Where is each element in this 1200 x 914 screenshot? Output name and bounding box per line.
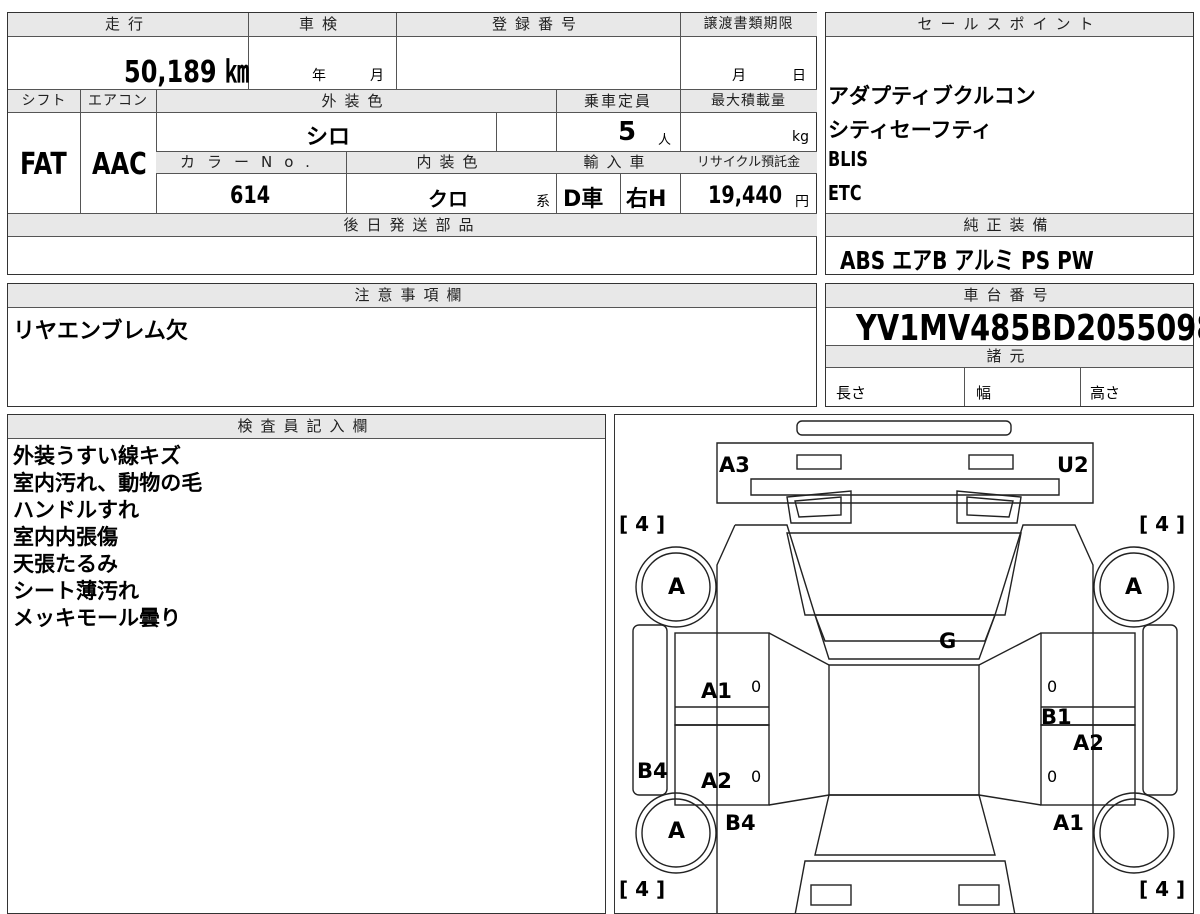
transfer-deadline-header: 譲渡書類期限: [680, 13, 817, 37]
damage-code-g: G: [939, 629, 957, 653]
capacity-header: 乗車定員: [556, 90, 680, 113]
tread-front-right: [ 4 ]: [1139, 512, 1186, 536]
transfer-day-label: 日: [792, 68, 806, 84]
color-no-header: カラーNo.: [156, 152, 346, 174]
inspector-header: 検査員記入欄: [8, 415, 605, 439]
aircon-header: エアコン: [80, 90, 156, 113]
damage-diagram-panel: [ 4 ] [ 4 ] [ 4 ] [ 4 ] A A A A3 U2 G A1…: [614, 414, 1194, 914]
mileage-value: 50,189 ㎞: [124, 55, 249, 90]
steering-value: 右H: [626, 187, 667, 212]
notes-text: リヤエンブレム欠: [13, 319, 188, 344]
tread-front-left: [ 4 ]: [619, 512, 666, 536]
inspector-line: ハンドルすれ: [13, 498, 139, 522]
spec-length-label: 長さ: [836, 384, 867, 402]
damage-code-b4-skirt: B4: [637, 759, 668, 783]
transfer-month-label: 月: [732, 68, 746, 84]
wheel-rear-left-grade: A: [668, 819, 686, 844]
inspector-line: 室内内張傷: [13, 525, 118, 549]
shift-header: シフト: [8, 90, 80, 113]
load-unit: kg: [792, 129, 809, 145]
sales-point-item: ETC: [828, 181, 862, 205]
car-outline-diagram: [632, 420, 1178, 913]
exterior-color-value: シロ: [306, 125, 351, 150]
wheel-front-left-grade: A: [668, 575, 686, 600]
aircon-value: AAC: [92, 147, 147, 182]
inspector-panel: 検査員記入欄 外装うすい線キズ 室内汚れ、動物の毛 ハンドルすれ 室内内張傷 天…: [7, 414, 606, 914]
spec-height-label: 高さ: [1090, 384, 1121, 402]
inspector-line: 室内汚れ、動物の毛: [13, 471, 203, 495]
color-no-value: 614: [230, 181, 271, 209]
interior-color-value: クロ: [428, 187, 468, 211]
sales-point-item: シティセーフティ: [828, 118, 993, 142]
import-header: 輸入車: [556, 152, 680, 174]
later-parts-header: 後日発送部品: [8, 214, 817, 237]
sales-point-item: アダプティブクルコン: [828, 84, 1036, 108]
shift-value: FAT: [20, 147, 67, 182]
tread-rear-right: [ 4 ]: [1139, 877, 1186, 901]
inspector-line: 外装うすい線キズ: [13, 444, 181, 468]
equipment-value: ABS エアB アルミ PS PW: [840, 246, 1094, 275]
registration-header: 登録番号: [396, 13, 680, 37]
vehicle-summary-table: 走行 車検 登録番号 譲渡書類期限 50,189 ㎞ 年 月 月 日 シフト エ…: [7, 12, 817, 275]
damage-code-a3: A3: [719, 453, 750, 477]
inspector-lines: 外装うすい線キズ 室内汚れ、動物の毛 ハンドルすれ 室内内張傷 天張たるみ シー…: [13, 443, 202, 632]
capacity-unit: 人: [658, 133, 672, 148]
capacity-value: 5: [618, 117, 637, 147]
chassis-number: YV1MV485BD2055098: [856, 308, 1200, 349]
damage-code-u2: U2: [1057, 453, 1089, 477]
sales-points-header: セールスポイント: [826, 13, 1193, 37]
yen-unit: 円: [795, 194, 809, 210]
inspection-header: 車検: [248, 13, 396, 37]
mileage-header: 走行: [8, 13, 248, 37]
equipment-header: 純正装備: [826, 214, 1193, 237]
damage-code-b4-rear: B4: [725, 811, 756, 835]
interior-color-header: 内装色: [346, 152, 556, 174]
recycle-fee-value: 19,440: [708, 181, 783, 209]
import-type-value: D車: [563, 187, 604, 212]
inspection-year-label: 年: [312, 68, 326, 84]
sales-points-panel: セールスポイント アダプティブクルコン シティセーフティ BLIS ETC 純正…: [825, 12, 1194, 275]
damage-code-a1-left: A1: [701, 679, 732, 703]
tread-rear-left: [ 4 ]: [619, 877, 666, 901]
damage-code-a2-right: A2: [1073, 731, 1104, 755]
notes-header: 注意事項欄: [8, 284, 816, 308]
chassis-header: 車台番号: [826, 284, 1193, 308]
specs-header: 諸元: [826, 346, 1193, 368]
inspector-line: 天張たるみ: [13, 552, 118, 576]
inspector-line: メッキモール曇り: [13, 606, 181, 630]
chassis-panel: 車台番号 YV1MV485BD2055098 諸元 長さ 幅 高さ: [825, 283, 1200, 407]
max-load-header: 最大積載量: [680, 90, 817, 113]
interior-color-suffix: 系: [536, 194, 550, 210]
notes-panel: 注意事項欄 リヤエンブレム欠: [7, 283, 817, 407]
damage-code-a2-left: A2: [701, 769, 732, 793]
zero-mark: 0: [751, 767, 762, 786]
inspection-month-label: 月: [370, 68, 384, 84]
recycle-header: リサイクル預託金: [680, 152, 817, 174]
damage-code-a1-right: A1: [1053, 811, 1084, 835]
spec-width-label: 幅: [976, 384, 992, 402]
sales-point-item: BLIS: [828, 147, 868, 171]
exterior-color-header: 外装色: [156, 90, 556, 113]
zero-mark: 0: [751, 677, 762, 696]
inspector-line: シート薄汚れ: [13, 579, 139, 603]
zero-mark: 0: [1047, 767, 1058, 786]
zero-mark: 0: [1047, 677, 1058, 696]
wheel-front-right-grade: A: [1125, 575, 1143, 600]
damage-code-b1-right: B1: [1041, 705, 1072, 729]
